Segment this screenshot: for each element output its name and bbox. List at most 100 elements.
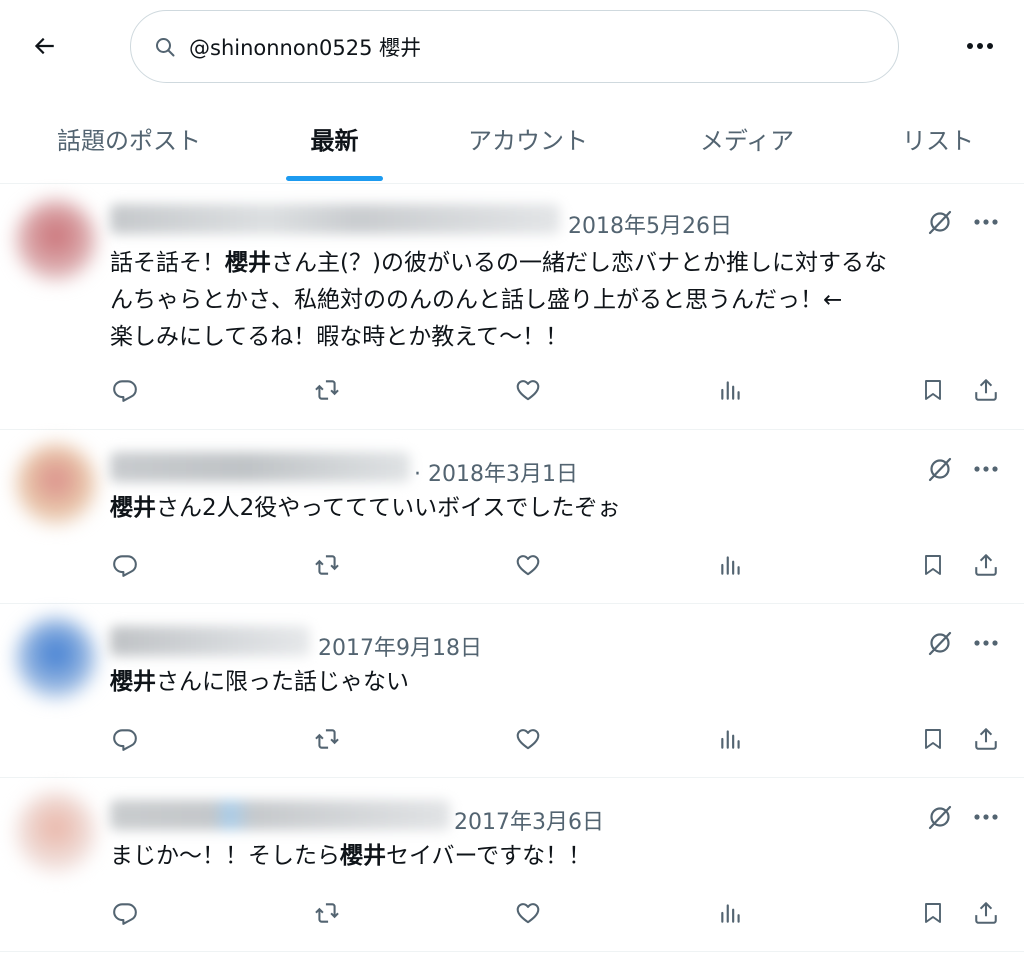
post[interactable]: 2017年3月6日 まじか〜！！そしたら櫻井セイバーですな！！ bbox=[0, 778, 1024, 952]
views-icon bbox=[718, 900, 744, 926]
post[interactable]: · 2018年3月1日 櫻井さん2人2役やっててていいボイスでしたぞぉ bbox=[0, 430, 1024, 604]
bookmark-button[interactable] bbox=[913, 893, 953, 933]
text-segment: 楽しみにしてるね！暇な時とか教えて〜！！ bbox=[110, 324, 569, 350]
views-icon bbox=[718, 726, 744, 752]
repost-button[interactable] bbox=[307, 893, 347, 933]
active-tab-indicator bbox=[286, 176, 383, 181]
text-segment: まじか〜！！そしたら bbox=[110, 843, 340, 869]
post-text-line: まじか〜！！そしたら櫻井セイバーですな！！ bbox=[110, 838, 1000, 875]
post-actions bbox=[0, 719, 1024, 759]
reply-button[interactable] bbox=[105, 545, 145, 585]
tab-latest[interactable]: 最新 bbox=[286, 92, 383, 184]
views-button[interactable] bbox=[711, 370, 751, 410]
avatar[interactable] bbox=[16, 200, 96, 280]
reply-icon bbox=[112, 726, 138, 752]
post-text: 櫻井さんに限った話じゃない bbox=[110, 664, 1000, 701]
views-button[interactable] bbox=[711, 893, 751, 933]
share-button[interactable] bbox=[966, 893, 1006, 933]
post-date[interactable]: · 2018年3月1日 bbox=[414, 456, 578, 488]
grok-button[interactable] bbox=[922, 799, 958, 835]
text-segment: セイバーですな！！ bbox=[386, 843, 592, 869]
post-actions bbox=[0, 545, 1024, 585]
repost-button[interactable] bbox=[307, 719, 347, 759]
views-icon bbox=[718, 552, 744, 578]
avatar[interactable] bbox=[16, 792, 96, 872]
display-name[interactable] bbox=[110, 452, 410, 482]
post-text-line: 櫻井さんに限った話じゃない bbox=[110, 664, 1000, 701]
text-segment: んちゃらとかさ、私絶対ののんのんと話し盛り上がると思うんだっ！← bbox=[110, 287, 843, 313]
repost-icon bbox=[313, 726, 341, 752]
post-text: 櫻井さん2人2役やっててていいボイスでしたぞぉ bbox=[110, 490, 1000, 527]
tab-lists[interactable]: リスト bbox=[888, 92, 988, 184]
post-date[interactable]: 2017年9月18日 bbox=[318, 630, 482, 662]
views-button[interactable] bbox=[711, 719, 751, 759]
grok-button[interactable] bbox=[922, 204, 958, 240]
bookmark-icon bbox=[921, 552, 945, 578]
tab-top-posts[interactable]: 話題のポスト bbox=[40, 92, 218, 184]
search-bar[interactable] bbox=[130, 10, 899, 83]
bookmark-button[interactable] bbox=[913, 545, 953, 585]
post-more-button[interactable] bbox=[966, 799, 1006, 835]
post-text: まじか〜！！そしたら櫻井セイバーですな！！ bbox=[110, 838, 1000, 875]
grok-button[interactable] bbox=[922, 451, 958, 487]
share-icon bbox=[973, 552, 999, 578]
bookmark-icon bbox=[921, 377, 945, 403]
post-text-line: 話そ話そ！櫻井さん主(？)の彼がいるの一緒だし恋バナとか推しに対するな bbox=[110, 245, 1000, 282]
reply-button[interactable] bbox=[105, 370, 145, 410]
grok-icon bbox=[926, 629, 954, 657]
like-icon bbox=[515, 900, 541, 926]
post-text-line: んちゃらとかさ、私絶対ののんのんと話し盛り上がると思うんだっ！← bbox=[110, 282, 1000, 319]
text-segment: さん主(？)の彼がいるの一緒だし恋バナとか推しに対するな bbox=[271, 250, 887, 276]
bookmark-button[interactable] bbox=[913, 370, 953, 410]
like-button[interactable] bbox=[508, 370, 548, 410]
like-icon bbox=[515, 552, 541, 578]
ellipsis-icon bbox=[974, 640, 998, 646]
highlighted-keyword: 櫻井 bbox=[340, 843, 386, 869]
share-button[interactable] bbox=[966, 719, 1006, 759]
like-button[interactable] bbox=[508, 545, 548, 585]
repost-button[interactable] bbox=[307, 370, 347, 410]
display-name[interactable] bbox=[110, 204, 560, 234]
highlighted-keyword: 櫻井 bbox=[225, 250, 271, 276]
search-icon bbox=[153, 34, 179, 60]
display-name[interactable] bbox=[110, 800, 450, 830]
post-actions bbox=[0, 370, 1024, 410]
avatar[interactable] bbox=[16, 444, 96, 524]
reply-icon bbox=[112, 900, 138, 926]
like-button[interactable] bbox=[508, 893, 548, 933]
post-more-button[interactable] bbox=[966, 204, 1006, 240]
post[interactable]: 2017年9月18日 櫻井さんに限った話じゃない bbox=[0, 604, 1024, 778]
search-input[interactable] bbox=[189, 34, 869, 59]
repost-icon bbox=[313, 900, 341, 926]
reply-button[interactable] bbox=[105, 893, 145, 933]
post-more-button[interactable] bbox=[966, 625, 1006, 661]
post-date[interactable]: 2018年5月26日 bbox=[568, 208, 732, 240]
search-header bbox=[0, 0, 1024, 92]
text-segment: さんに限った話じゃない bbox=[156, 669, 409, 695]
text-segment: さん2人2役やっててていいボイスでしたぞぉ bbox=[156, 495, 621, 521]
share-icon bbox=[973, 377, 999, 403]
like-button[interactable] bbox=[508, 719, 548, 759]
tab-media[interactable]: メディア bbox=[680, 92, 814, 184]
bookmark-icon bbox=[921, 900, 945, 926]
arrow-left-icon bbox=[31, 33, 57, 59]
share-button[interactable] bbox=[966, 545, 1006, 585]
share-icon bbox=[973, 726, 999, 752]
post[interactable]: 2018年5月26日 話そ話そ！櫻井さん主(？)の彼がいるの一緒だし恋バナとか推… bbox=[0, 184, 1024, 430]
grok-icon bbox=[926, 208, 954, 236]
repost-button[interactable] bbox=[307, 545, 347, 585]
share-button[interactable] bbox=[966, 370, 1006, 410]
reply-button[interactable] bbox=[105, 719, 145, 759]
grok-button[interactable] bbox=[922, 625, 958, 661]
more-options-button[interactable] bbox=[958, 26, 1002, 66]
reply-icon bbox=[112, 552, 138, 578]
tab-accounts[interactable]: アカウント bbox=[448, 92, 608, 184]
bookmark-icon bbox=[921, 726, 945, 752]
bookmark-button[interactable] bbox=[913, 719, 953, 759]
post-date[interactable]: 2017年3月6日 bbox=[454, 804, 604, 836]
views-button[interactable] bbox=[711, 545, 751, 585]
back-button[interactable] bbox=[24, 26, 64, 66]
post-more-button[interactable] bbox=[966, 451, 1006, 487]
avatar[interactable] bbox=[16, 618, 96, 698]
display-name[interactable] bbox=[110, 626, 310, 656]
